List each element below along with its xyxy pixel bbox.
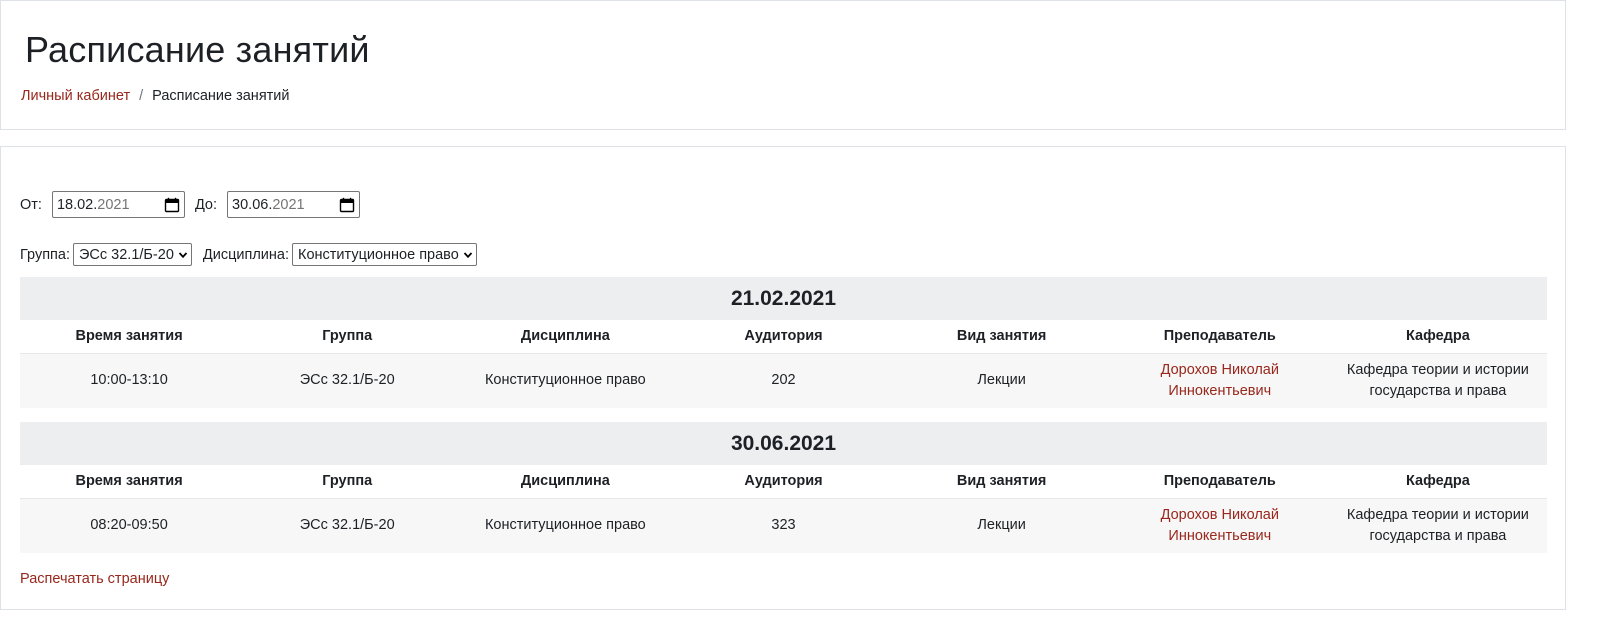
chevron-down-icon — [178, 251, 188, 258]
to-date-year: 2021 — [272, 196, 305, 213]
teacher-name-line2: Иннокентьевич — [1168, 382, 1272, 399]
group-select-value: ЭСс 32.1/Б-20 — [79, 246, 174, 263]
column-header: Время занятия — [20, 465, 239, 499]
group-select[interactable]: ЭСс 32.1/Б-20 — [73, 243, 192, 266]
teacher-name-line1: Дорохов Николай — [1160, 361, 1279, 378]
column-header: Кафедра — [1328, 465, 1547, 499]
discipline-select[interactable]: Конституционное право — [292, 243, 477, 266]
cell-type: Лекции — [892, 353, 1111, 408]
cell-teacher: Дорохов Николай Иннокентьевич — [1110, 353, 1329, 408]
cell-department: Кафедра теории и истории государства и пр… — [1328, 498, 1547, 553]
print-page-link[interactable]: Распечатать страницу — [20, 571, 169, 587]
teacher-name-line2: Иннокентьевич — [1168, 527, 1272, 544]
day-block: 30.06.2021 Время занятия Группа Дисципли… — [20, 422, 1547, 553]
breadcrumb: Личный кабинет / Расписание занятий — [21, 88, 290, 104]
from-date-daymonth: 18.02. — [56, 196, 98, 213]
calendar-icon[interactable] — [164, 197, 180, 213]
department-line2: государства и права — [1369, 527, 1507, 544]
calendar-icon[interactable] — [339, 197, 355, 213]
schedule-table: Время занятия Группа Дисциплина Аудитори… — [20, 465, 1547, 553]
table-row: 10:00-13:10 ЭСс 32.1/Б-20 Конституционно… — [20, 353, 1547, 408]
group-filter-row: Группа: ЭСс 32.1/Б-20 Дисциплина: Консти… — [20, 243, 488, 266]
department-line1: Кафедра теории и истории — [1346, 506, 1529, 523]
breadcrumb-home-link[interactable]: Личный кабинет — [21, 88, 130, 104]
schedule-table: Время занятия Группа Дисциплина Аудитори… — [20, 320, 1547, 408]
cell-group: ЭСс 32.1/Б-20 — [238, 353, 457, 408]
day-date-header: 30.06.2021 — [20, 422, 1547, 465]
group-label: Группа: — [20, 246, 70, 263]
cell-group: ЭСс 32.1/Б-20 — [238, 498, 457, 553]
department-line2: государства и права — [1369, 382, 1507, 399]
column-header: Дисциплина — [456, 465, 675, 499]
column-header: Время занятия — [20, 320, 239, 354]
discipline-select-value: Конституционное право — [298, 246, 459, 263]
day-block: 21.02.2021 Время занятия Группа Дисципли… — [20, 277, 1547, 408]
cell-discipline: Конституционное право — [456, 498, 675, 553]
column-header: Группа — [238, 465, 457, 499]
table-header-row: Время занятия Группа Дисциплина Аудитори… — [20, 320, 1547, 354]
schedule-card: От: 18.02.2021 До: 30.06.2021 Группа: ЭС… — [0, 146, 1566, 610]
cell-time: 08:20-09:50 — [20, 498, 239, 553]
cell-department: Кафедра теории и истории государства и пр… — [1328, 353, 1547, 408]
to-date-input[interactable]: 30.06.2021 — [227, 191, 361, 218]
column-header: Кафедра — [1328, 320, 1547, 354]
from-label: От: — [20, 196, 42, 213]
column-header: Вид занятия — [892, 320, 1111, 354]
teacher-name-line1: Дорохов Николай — [1160, 506, 1279, 523]
cell-type: Лекции — [892, 498, 1111, 553]
column-header: Вид занятия — [892, 465, 1111, 499]
page-header: Расписание занятий Личный кабинет / Распис… — [0, 0, 1566, 130]
column-header: Дисциплина — [456, 320, 675, 354]
cell-room: 323 — [674, 498, 893, 553]
to-date-daymonth: 30.06. — [232, 196, 273, 213]
day-date-header: 21.02.2021 — [20, 277, 1547, 320]
date-filter-row: От: 18.02.2021 До: 30.06.2021 — [20, 191, 370, 218]
column-header: Преподаватель — [1110, 320, 1329, 354]
cell-room: 202 — [674, 353, 893, 408]
teacher-link[interactable]: Дорохов Николай Иннокентьевич — [1161, 507, 1279, 544]
discipline-label: Дисциплина: — [202, 246, 289, 263]
teacher-link[interactable]: Дорохов Николай Иннокентьевич — [1161, 362, 1279, 399]
table-row: 08:20-09:50 ЭСс 32.1/Б-20 Конституционно… — [20, 498, 1547, 553]
column-header: Аудитория — [674, 465, 893, 499]
from-date-year: 2021 — [97, 196, 130, 213]
breadcrumb-current: Расписание занятий — [152, 88, 290, 104]
chevron-down-icon — [463, 251, 472, 258]
column-header: Аудитория — [674, 320, 893, 354]
to-label: До: — [194, 196, 218, 213]
page-title: Расписание занятий — [25, 29, 370, 70]
cell-time: 10:00-13:10 — [20, 353, 239, 408]
cell-teacher: Дорохов Николай Иннокентьевич — [1110, 498, 1329, 553]
from-date-input[interactable]: 18.02.2021 — [51, 191, 185, 218]
breadcrumb-separator: / — [139, 88, 144, 104]
column-header: Группа — [238, 320, 457, 354]
department-line1: Кафедра теории и истории — [1346, 361, 1529, 378]
column-header: Преподаватель — [1110, 465, 1329, 499]
table-header-row: Время занятия Группа Дисциплина Аудитори… — [20, 465, 1547, 499]
cell-discipline: Конституционное право — [456, 353, 675, 408]
